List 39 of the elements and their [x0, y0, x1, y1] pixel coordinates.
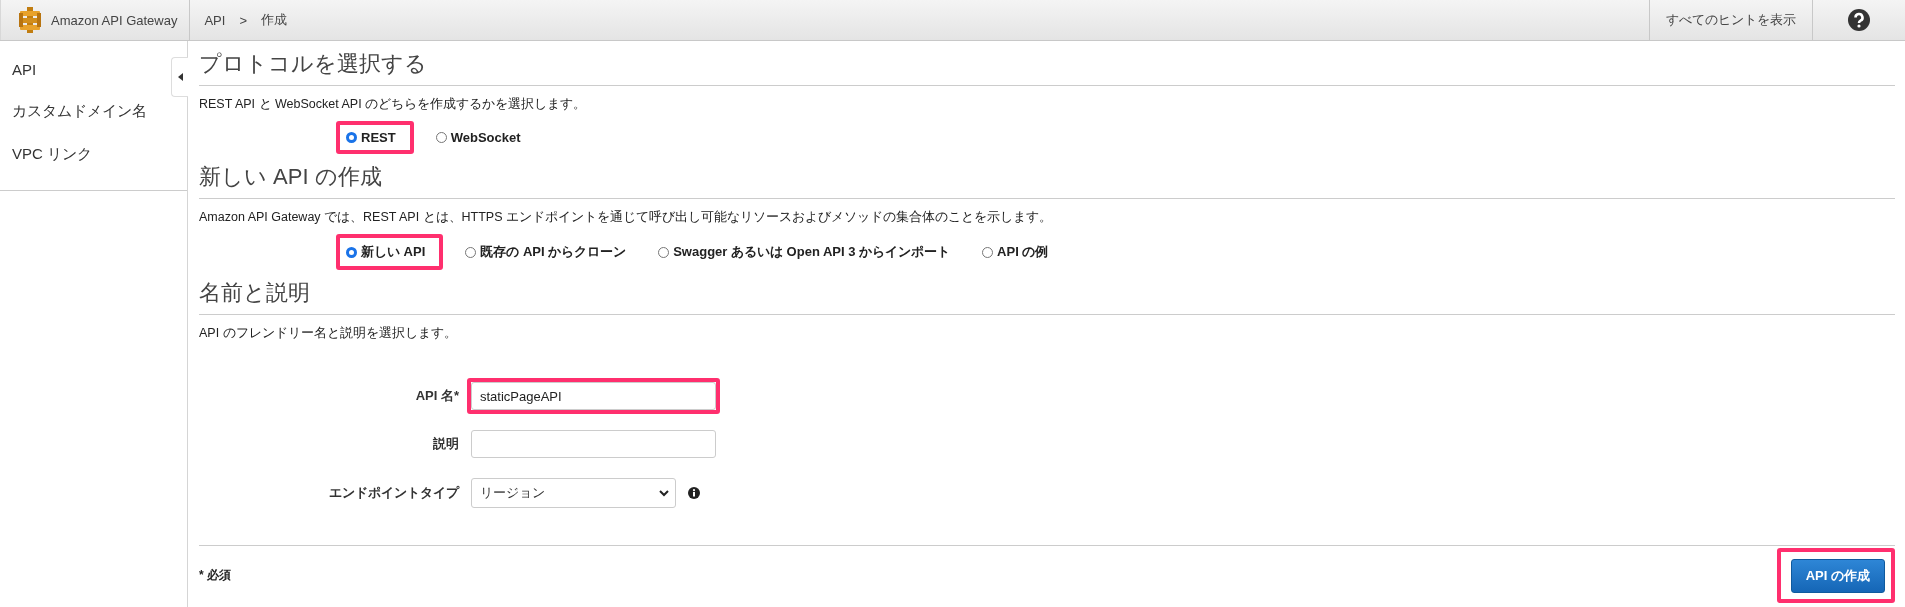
- section-title: プロトコルを選択する: [199, 49, 1895, 86]
- radio-button[interactable]: [346, 132, 357, 143]
- field-label: エンドポイントタイプ: [328, 484, 459, 502]
- section-description: Amazon API Gateway では、REST API とは、HTTPS エンドポイントを通じて呼び出し可能なリソースおよびメソッドの集合体のことを示します。: [199, 209, 1054, 226]
- chevron-icon: [659, 489, 669, 497]
- breadcrumb-item[interactable]: 作成: [261, 11, 287, 29]
- select-field[interactable]: リージョン: [471, 478, 676, 508]
- field-label: API 名*: [414, 387, 459, 405]
- radio-label[interactable]: REST: [361, 130, 396, 145]
- radio-button[interactable]: [465, 246, 477, 258]
- show-hints-button[interactable]: すべてのヒントを表示: [1649, 0, 1813, 40]
- text-field[interactable]: [471, 430, 716, 458]
- radio-label[interactable]: API の例: [997, 243, 1049, 261]
- section-title: 名前と説明: [199, 278, 1895, 315]
- radio-button[interactable]: [435, 132, 447, 143]
- breadcrumb-item[interactable]: API: [204, 12, 226, 28]
- radio-label[interactable]: 既存の API からクローン: [480, 243, 627, 261]
- section-description: API のフレンドリー名と説明を選択します。: [199, 325, 458, 342]
- section-description: REST API と WebSocket API のどちらを作成するかを選択します。: [199, 96, 588, 113]
- create-api-button[interactable]: API の作成: [1790, 559, 1885, 593]
- radio-label[interactable]: 新しい API: [361, 243, 426, 261]
- text-field[interactable]: staticPageAPI: [471, 382, 716, 410]
- radio-label[interactable]: Swagger あるいは Open API 3 からインポート: [673, 243, 951, 261]
- sidebar-item[interactable]: VPC リンク: [0, 133, 104, 176]
- collapse-arrow-icon: [177, 73, 183, 81]
- radio-button[interactable]: [982, 246, 994, 258]
- field-label: 説明: [432, 435, 459, 453]
- help-icon[interactable]: [1848, 9, 1870, 31]
- required-note: * 必須: [199, 567, 231, 584]
- sidebar-item[interactable]: カスタムドメイン名: [0, 90, 159, 133]
- radio-label[interactable]: WebSocket: [450, 130, 521, 145]
- radio-button[interactable]: [658, 246, 670, 258]
- service-name[interactable]: Amazon API Gateway: [51, 12, 178, 28]
- sidebar-item[interactable]: API: [0, 49, 49, 90]
- logo-icon: [19, 7, 41, 33]
- breadcrumb-item[interactable]: >: [239, 12, 247, 28]
- collapse-tab[interactable]: [171, 57, 188, 97]
- radio-button[interactable]: [346, 246, 357, 258]
- section-title: 新しい API の作成: [199, 162, 1895, 199]
